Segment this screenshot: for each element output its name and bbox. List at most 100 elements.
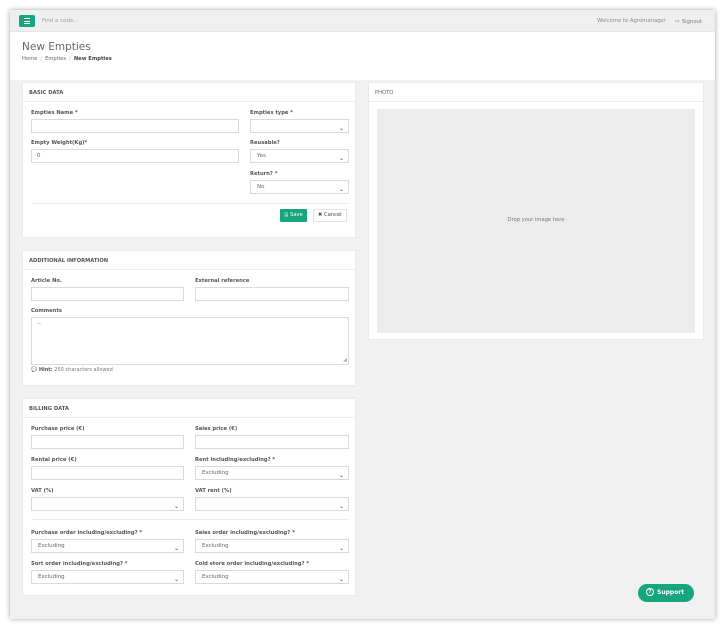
panel-divider [369, 101, 703, 102]
breadcrumb-separator: / [69, 56, 71, 62]
form-divider [31, 203, 349, 204]
search-input[interactable] [42, 17, 192, 25]
rent-incl-label: Rent including/excluding? * [195, 457, 276, 463]
sales-price-input[interactable] [195, 435, 349, 449]
chevron-down-icon: ⌄ [338, 125, 344, 132]
vat-select[interactable]: ⌄ [31, 497, 184, 511]
cold-store-label: Cold store order including/excluding? * [195, 561, 310, 567]
breadcrumb-current: New Empties [73, 56, 112, 62]
comments-hint: 💬 Hint: 250 characters allowed [31, 367, 113, 373]
chevron-down-icon: ⌄ [338, 576, 344, 583]
basic-data-title: BASIC DATA [29, 90, 64, 96]
return-value: No [257, 184, 265, 190]
breadcrumb-empties[interactable]: Empties [45, 56, 66, 62]
external-reference-label: External reference [195, 278, 250, 284]
panel-divider [23, 101, 355, 102]
empties-type-label: Empties type * [250, 110, 293, 116]
basic-data-panel: BASIC DATA Empties Name * Empties type *… [22, 82, 356, 238]
reusable-label: Reusable? [250, 140, 280, 146]
sales-order-label: Sales order including/excluding? * [195, 530, 295, 536]
empty-weight-input[interactable]: 0 [31, 149, 239, 163]
chevron-down-icon: ⌄ [338, 186, 344, 193]
chevron-down-icon: ⌄ [338, 155, 344, 162]
breadcrumb: Home / Empties / New Empties [22, 56, 112, 62]
hint-label: Hint: [38, 367, 53, 373]
reusable-value: Yes [257, 153, 266, 159]
purchase-order-value: Excluding [38, 543, 65, 549]
hint-text: 250 characters allowed [54, 367, 113, 373]
sort-order-select[interactable]: Excluding ⌄ [31, 570, 184, 584]
rental-price-input[interactable] [31, 466, 184, 480]
empty-weight-label: Empty Weight(Kg)* [31, 140, 88, 146]
cancel-label: Cancel [324, 212, 342, 218]
comment-icon: 💬 [31, 367, 38, 373]
comments-label: Comments [31, 308, 62, 314]
comments-textarea[interactable]: -- ◢ [31, 317, 349, 365]
chevron-down-icon: ⌄ [173, 545, 179, 552]
app-frame: Welcome to Agromanager ⇨Signout New Empt… [10, 10, 715, 619]
save-button[interactable]: 🖫 Save [280, 209, 307, 222]
signout-link[interactable]: ⇨ Signout [675, 18, 702, 25]
menu-icon[interactable] [19, 15, 35, 27]
sort-order-value: Excluding [38, 574, 65, 580]
article-no-input[interactable] [31, 287, 184, 301]
sales-order-value: Excluding [202, 543, 229, 549]
chevron-down-icon: ⌄ [173, 576, 179, 583]
breadcrumb-home[interactable]: Home [22, 56, 37, 62]
additional-info-panel: ADDITIONAL INFORMATION Article No. Exter… [22, 250, 356, 386]
panel-divider [23, 269, 355, 270]
empties-name-input[interactable] [31, 119, 239, 133]
rent-incl-select[interactable]: Excluding ⌄ [195, 466, 349, 480]
additional-info-title: ADDITIONAL INFORMATION [29, 258, 109, 264]
signout-icon: ⇨ [674, 18, 680, 25]
sales-price-label: Sales price (€) [195, 426, 238, 432]
chevron-down-icon: ⌄ [338, 472, 344, 479]
page-title: New Empties [22, 41, 91, 53]
reusable-select[interactable]: Yes ⌄ [250, 149, 349, 163]
page-header: New Empties Home / Empties / New Empties [10, 32, 715, 80]
top-bar: Welcome to Agromanager ⇨Signout [10, 10, 715, 32]
save-label: Save [290, 212, 303, 218]
support-label: Support [657, 589, 685, 596]
rental-price-label: Rental price (€) [31, 457, 77, 463]
panel-divider [23, 417, 355, 418]
dropzone-text: Drop your image here [507, 217, 565, 223]
question-circle-icon: ? [646, 587, 654, 596]
resize-handle-icon[interactable]: ◢ [343, 357, 347, 363]
breadcrumb-separator: / [40, 56, 43, 62]
close-icon: ✖ [318, 212, 323, 218]
cancel-button[interactable]: ✖ Cancel [313, 209, 347, 222]
cold-store-select[interactable]: Excluding ⌄ [195, 570, 349, 584]
chevron-down-icon: ⌄ [338, 545, 344, 552]
comments-value: -- [37, 321, 41, 327]
purchase-order-label: Purchase order including/excluding? * [31, 530, 143, 536]
chevron-down-icon: ⌄ [338, 503, 344, 510]
floppy-icon: 🖫 [284, 212, 289, 218]
billing-data-title: BILLING DATA [29, 406, 69, 412]
vat-rent-select[interactable]: ⌄ [195, 497, 349, 511]
external-reference-input[interactable] [195, 287, 349, 301]
vat-label: VAT (%) [31, 488, 54, 494]
form-divider [31, 519, 349, 520]
article-no-label: Article No. [31, 278, 62, 284]
photo-title: PHOTO [375, 90, 394, 96]
welcome-text: Welcome to Agromanager [596, 18, 666, 24]
chevron-down-icon: ⌄ [173, 503, 179, 510]
image-dropzone[interactable]: Drop your image here [377, 109, 695, 333]
photo-panel: PHOTO Drop your image here [368, 82, 704, 340]
sales-order-select[interactable]: Excluding ⌄ [195, 539, 349, 553]
purchase-price-label: Purchase price (€) [31, 426, 85, 432]
purchase-order-select[interactable]: Excluding ⌄ [31, 539, 184, 553]
vat-rent-label: VAT rent (%) [195, 488, 232, 494]
billing-data-panel: BILLING DATA Purchase price (€) Sales pr… [22, 398, 356, 596]
return-label: Return? * [250, 171, 278, 177]
rent-incl-value: Excluding [202, 470, 229, 476]
return-select[interactable]: No ⌄ [250, 180, 349, 194]
purchase-price-input[interactable] [31, 435, 184, 449]
sort-order-label: Sort order including/excluding? * [31, 561, 128, 567]
cold-store-value: Excluding [202, 574, 229, 580]
empties-type-select[interactable]: ⌄ [250, 119, 349, 133]
empties-name-label: Empties Name * [31, 110, 78, 116]
signout-label: Signout [681, 19, 702, 25]
support-button[interactable]: ? Support [638, 584, 694, 602]
